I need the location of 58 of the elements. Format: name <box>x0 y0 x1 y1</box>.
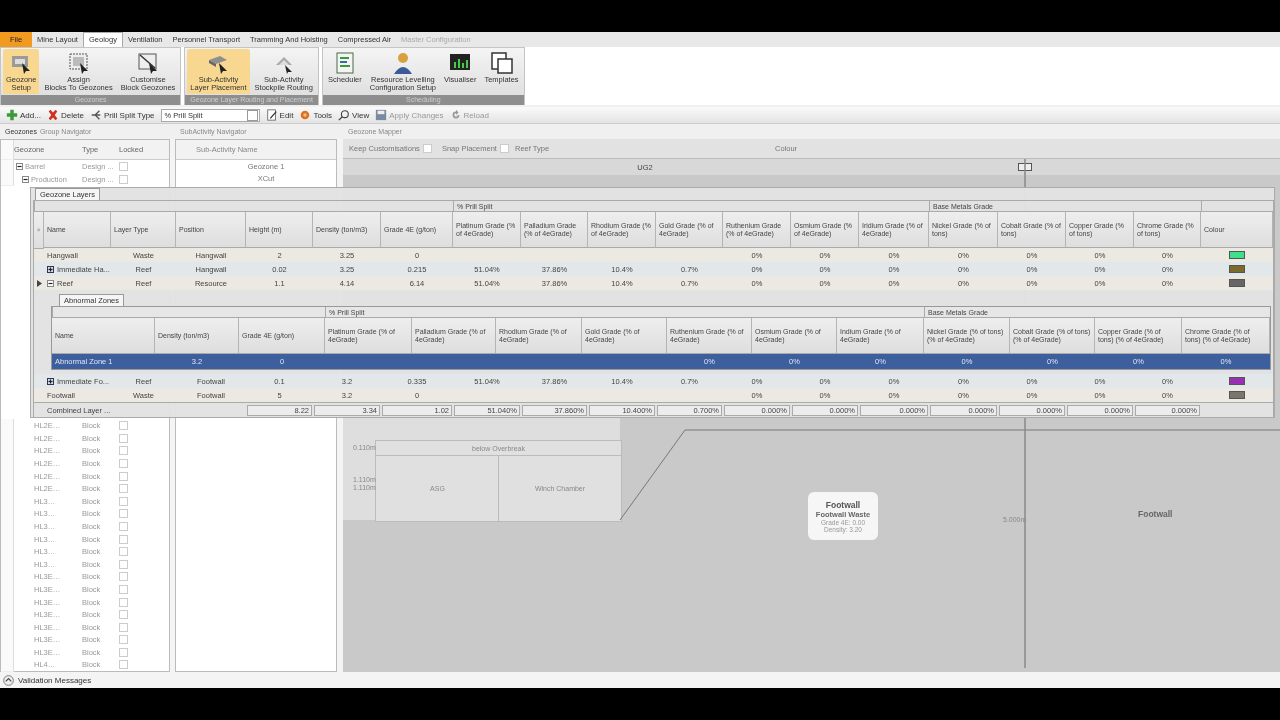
toolbar-button[interactable]: Add... <box>6 109 41 122</box>
checkbox[interactable] <box>119 421 128 431</box>
colour-swatch[interactable] <box>1229 391 1245 400</box>
delete-icon <box>46 109 59 122</box>
edit-icon <box>265 109 278 122</box>
collapse-icon[interactable] <box>47 279 54 287</box>
tools-icon <box>299 109 312 122</box>
collapse-icon[interactable] <box>22 175 29 183</box>
checkbox[interactable] <box>119 459 128 468</box>
layer-label: Footwall <box>1138 509 1173 520</box>
checkbox[interactable] <box>119 471 128 481</box>
row-header[interactable] <box>1 418 14 433</box>
search-icon[interactable] <box>37 227 40 234</box>
frame-icon <box>136 50 160 75</box>
toolbar-button[interactable]: Delete <box>46 109 85 122</box>
floppy-icon <box>375 109 388 122</box>
checkbox[interactable] <box>119 610 128 620</box>
checkbox[interactable] <box>119 496 128 506</box>
status-text[interactable]: Validation Messages <box>18 675 92 685</box>
frame-icon <box>66 50 91 75</box>
checkbox[interactable] <box>119 484 128 494</box>
checkbox[interactable] <box>119 597 128 607</box>
checkbox[interactable] <box>499 144 509 154</box>
toolbar-button[interactable]: View <box>338 109 370 122</box>
colour-swatch[interactable] <box>1229 251 1245 260</box>
checkbox[interactable] <box>119 647 128 657</box>
checkbox[interactable] <box>119 559 128 569</box>
expand-icon[interactable] <box>47 377 54 385</box>
split-icon <box>90 109 103 122</box>
checkbox[interactable] <box>119 534 128 544</box>
expand-icon[interactable] <box>3 674 14 686</box>
toolbar-button[interactable]: Prill Split Type <box>90 109 155 122</box>
checkbox[interactable] <box>119 572 128 582</box>
current-row-icon <box>36 279 42 287</box>
checkbox[interactable] <box>119 174 128 184</box>
toolbar-button[interactable]: Edit <box>265 109 294 122</box>
windows-icon <box>489 50 514 75</box>
checkbox[interactable] <box>119 635 128 645</box>
checkbox[interactable] <box>119 521 128 531</box>
checkbox[interactable] <box>119 584 128 594</box>
add-icon <box>6 109 18 122</box>
checkbox[interactable] <box>119 660 128 670</box>
collapse-icon[interactable] <box>16 163 23 170</box>
checkbox[interactable] <box>119 622 128 632</box>
toolbar-button[interactable]: Tools <box>299 109 333 122</box>
colour-swatch[interactable] <box>1229 377 1245 386</box>
expand-icon[interactable] <box>47 265 54 273</box>
checkbox[interactable] <box>119 433 128 443</box>
callout-title: Footwall <box>825 499 861 510</box>
checkbox[interactable] <box>119 547 128 557</box>
checkbox[interactable] <box>119 509 128 519</box>
checkbox[interactable] <box>119 162 128 171</box>
search-icon <box>338 109 351 122</box>
colour-swatch[interactable] <box>1018 163 1032 172</box>
colour-swatch[interactable] <box>1229 265 1245 274</box>
colour-swatch[interactable] <box>1229 279 1245 288</box>
checkbox[interactable] <box>119 446 128 456</box>
checkbox[interactable] <box>422 144 432 154</box>
